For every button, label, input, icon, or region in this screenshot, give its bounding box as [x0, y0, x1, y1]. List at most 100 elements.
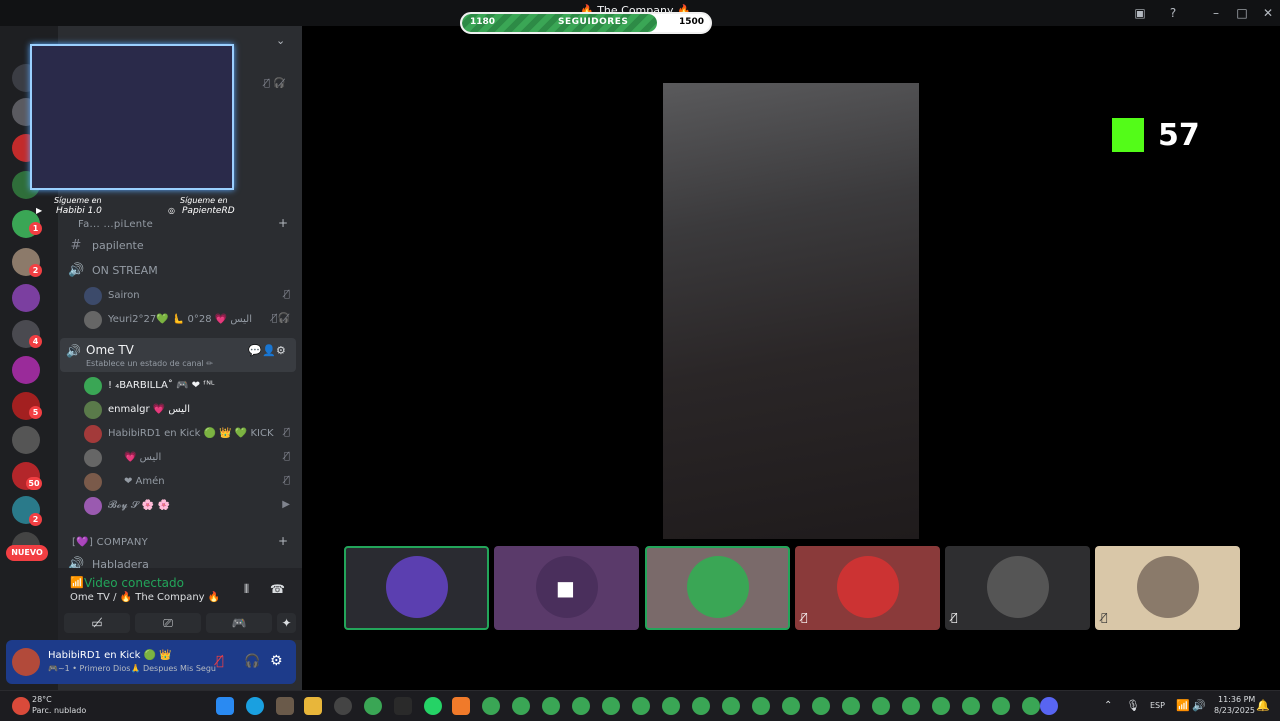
- start-icon[interactable]: [216, 697, 234, 715]
- chrome-icon[interactable]: [1022, 697, 1040, 715]
- gear-icon[interactable]: ⚙: [270, 653, 283, 669]
- chevron-down-icon[interactable]: ⌄: [276, 34, 285, 47]
- chrome-icon[interactable]: [962, 697, 980, 715]
- language-indicator[interactable]: ESP: [1150, 701, 1165, 710]
- followers-goal-bar: 1180 SEGUIDORES 1500: [460, 12, 712, 34]
- chrome-icon[interactable]: [992, 697, 1010, 715]
- server-badge: 2: [29, 264, 42, 277]
- chrome-icon[interactable]: [572, 697, 590, 715]
- chrome-icon[interactable]: [722, 697, 740, 715]
- headphones-icon[interactable]: 🎧: [244, 654, 260, 669]
- youtube-icon: ▶: [36, 206, 43, 215]
- add-channel-icon[interactable]: +: [278, 534, 288, 548]
- voice-channel-name[interactable]: Ome TV / 🔥 The Company 🔥: [70, 592, 220, 603]
- disconnect-icon[interactable]: ☎: [270, 582, 285, 596]
- whatsapp-icon[interactable]: [424, 697, 442, 715]
- muted-mic-icon: 🎙̸: [283, 475, 290, 486]
- chrome-icon[interactable]: [932, 697, 950, 715]
- server-icon[interactable]: [12, 356, 40, 384]
- chrome-icon[interactable]: [364, 697, 382, 715]
- clock-date[interactable]: 8/23/2025: [1214, 706, 1255, 715]
- chrome-icon[interactable]: [752, 697, 770, 715]
- discord-icon[interactable]: [1040, 697, 1058, 715]
- noise-suppression-icon[interactable]: ⫴: [244, 582, 249, 597]
- bell-icon[interactable]: 🔔: [1256, 699, 1270, 712]
- participant-tile[interactable]: 🎙̸: [795, 546, 940, 630]
- voice-user[interactable]: ! ₄BARBILLA˚ 🎮 ❤ ᶠᴺᴸ: [84, 376, 294, 396]
- maximize-button[interactable]: □: [1232, 4, 1252, 22]
- channel-ome-tv[interactable]: 🔊 Ome TV Establece un estado de canal ✏ …: [60, 338, 296, 372]
- volume-icon[interactable]: 🔊: [1192, 699, 1206, 712]
- folder-icon[interactable]: [304, 697, 322, 715]
- voice-user[interactable]: enmalgr 💗 اليس: [84, 400, 294, 420]
- server-badge: 1: [29, 222, 42, 235]
- inbox-icon[interactable]: ▣: [1130, 4, 1150, 22]
- chrome-icon[interactable]: [632, 697, 650, 715]
- edge-icon[interactable]: [246, 697, 264, 715]
- chrome-icon[interactable]: [812, 697, 830, 715]
- participant-tile[interactable]: [344, 546, 489, 630]
- clock-time[interactable]: 11:36 PM: [1218, 695, 1255, 704]
- avatar[interactable]: [12, 648, 40, 676]
- avatar: [84, 401, 102, 419]
- followers-max: 1500: [678, 17, 704, 27]
- voice-user[interactable]: HabibiRD1 en Kick 🟢 👑 💚 KICK 🎙̸: [84, 424, 294, 444]
- server-badge: 5: [29, 406, 42, 419]
- gear-icon[interactable]: ⚙: [276, 344, 286, 357]
- participant-tile[interactable]: [645, 546, 790, 630]
- chrome-icon[interactable]: [782, 697, 800, 715]
- participant-tile[interactable]: ■: [494, 546, 639, 630]
- chrome-icon[interactable]: [872, 697, 890, 715]
- app-icon[interactable]: [394, 697, 412, 715]
- participant-tile[interactable]: 🎙̸: [945, 546, 1090, 630]
- chrome-icon[interactable]: [602, 697, 620, 715]
- chevron-up-icon[interactable]: ⌃: [1104, 700, 1112, 711]
- category-company[interactable]: [💜] COMPANY: [72, 537, 148, 548]
- avatar: [84, 497, 102, 515]
- channel-on-stream[interactable]: 🔊 ON STREAM: [64, 260, 296, 282]
- add-channel-icon[interactable]: +: [278, 216, 288, 230]
- chrome-icon[interactable]: [902, 697, 920, 715]
- app-icon[interactable]: [452, 697, 470, 715]
- camera-off-button[interactable]: ▭̸: [64, 613, 130, 633]
- avatar: [84, 377, 102, 395]
- main-video-feed[interactable]: [663, 83, 919, 539]
- avatar: [987, 556, 1049, 618]
- invite-icon[interactable]: 👤: [262, 344, 276, 357]
- voice-user[interactable]: 💗 اليس 🎙̸: [84, 448, 294, 468]
- voice-user[interactable]: 𝓑𝓸𝔂 𝓢 🌸 🌸 ▶: [84, 496, 294, 516]
- chrome-icon[interactable]: [512, 697, 530, 715]
- new-badge[interactable]: NUEVO: [6, 545, 48, 561]
- muted-mic-icon[interactable]: 🎙̸: [216, 654, 224, 669]
- voice-user[interactable]: Yeuri2°27💚 🫷 0°28 💗 اليس 🎙̸🎧̸: [84, 310, 294, 330]
- close-button[interactable]: ✕: [1258, 4, 1278, 22]
- minimize-button[interactable]: –: [1206, 4, 1226, 22]
- kick-icon: [1112, 118, 1144, 152]
- channel-papilente[interactable]: # papilente: [64, 235, 296, 257]
- activities-button[interactable]: 🎮: [206, 613, 272, 633]
- screen-share-button[interactable]: ⎚: [135, 613, 201, 633]
- help-icon[interactable]: ?: [1163, 4, 1183, 22]
- participant-tile[interactable]: 🎙̸: [1095, 546, 1240, 630]
- weather-icon[interactable]: [12, 697, 30, 715]
- handle-right: PapienteRD: [182, 206, 235, 216]
- chrome-icon[interactable]: [662, 697, 680, 715]
- server-icon[interactable]: [12, 284, 40, 312]
- mic-icon[interactable]: 🎙: [1126, 699, 1140, 712]
- muted-mic-icon: 🎙̸: [951, 611, 958, 624]
- voice-user[interactable]: ❤ Amén 🎙̸: [84, 472, 294, 492]
- chrome-icon[interactable]: [482, 697, 500, 715]
- app-icon[interactable]: [334, 697, 352, 715]
- avatar: [84, 425, 102, 443]
- soundboard-button[interactable]: ✦: [277, 613, 296, 633]
- server-icon[interactable]: [12, 426, 40, 454]
- app-icon[interactable]: [276, 697, 294, 715]
- avatar: [837, 556, 899, 618]
- chrome-icon[interactable]: [842, 697, 860, 715]
- voice-user[interactable]: Sairon 🎙̸: [84, 286, 294, 306]
- chrome-icon[interactable]: [692, 697, 710, 715]
- category-header[interactable]: Fa... ...piLente: [78, 219, 153, 230]
- chrome-icon[interactable]: [542, 697, 560, 715]
- wifi-icon[interactable]: 📶: [1176, 699, 1190, 712]
- chat-icon[interactable]: 💬: [248, 344, 262, 357]
